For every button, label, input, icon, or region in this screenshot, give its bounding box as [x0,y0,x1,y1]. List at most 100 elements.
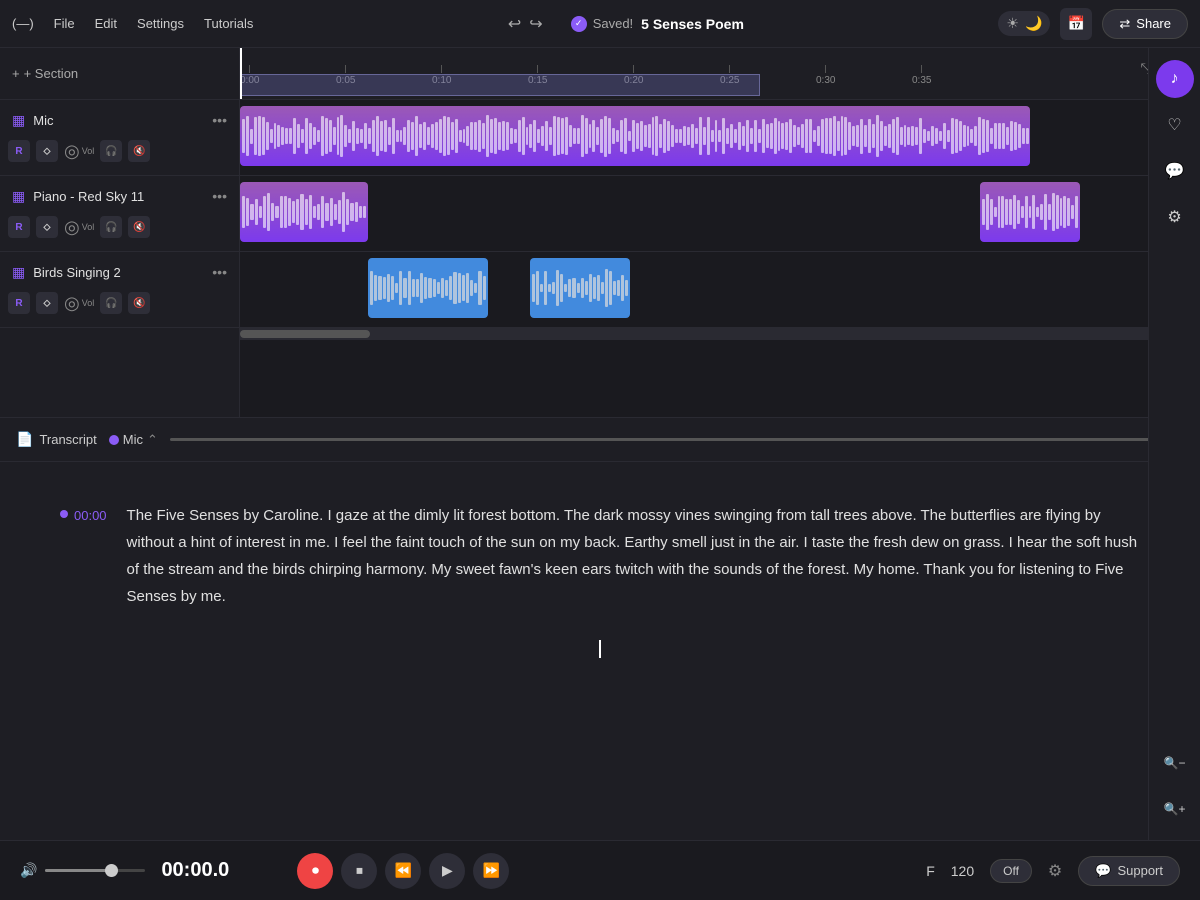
undo-button[interactable]: ↩ [508,14,521,34]
track-headphone-btn-piano[interactable]: 🎧 [100,216,122,238]
track-options-piano[interactable]: ••• [212,188,227,204]
bpm-label: 120 [951,863,974,879]
rewind-button[interactable]: ⏪ [385,853,421,889]
calendar-button[interactable]: 📅 [1060,8,1092,40]
track-mute-btn-piano[interactable]: 🔇 [128,216,150,238]
selection-region[interactable] [240,74,760,96]
transport-right: F 120 Off ⚙ 💬 Support [926,856,1180,886]
light-theme-icon: ☀ [1006,15,1019,32]
saved-indicator: ✓ Saved! [571,16,633,32]
track-r-btn-birds[interactable]: R [8,292,30,314]
add-section-button[interactable]: + + Section [12,66,78,81]
track-clip-row-piano: for(let i=0;i<30;i++){ document.write('<… [240,176,1200,252]
birds-clip-2[interactable]: for(let i=0;i<24;i++){ document.write('<… [530,258,630,318]
track-mute-btn-birds[interactable]: 🔇 [128,292,150,314]
add-section-label: + Section [24,66,79,81]
transport-settings-icon[interactable]: ⚙ [1048,861,1062,881]
tutorials-menu[interactable]: Tutorials [204,16,253,31]
volume-thumb[interactable] [105,864,118,877]
piano-clip-end[interactable]: for(let i=0;i<25;i++){ document.write('<… [980,182,1080,242]
track-vol-label-mic: Vol [82,146,95,156]
track-name-piano: Piano - Red Sky 11 [33,189,144,204]
theme-toggle[interactable]: ☀ 🌙 [998,11,1050,36]
back-button[interactable]: (—) [12,16,34,31]
birds-clip-1[interactable]: for(let i=0;i<28;i++){ document.write('<… [368,258,488,318]
track-header-spacer: + + Section [0,48,239,100]
track-row-piano: ▦ Piano - Red Sky 11 ••• R ⬦ ◎ Vol 🎧 🔇 [0,176,239,252]
scrollbar-thumb[interactable] [240,330,370,338]
record-button[interactable]: ⏺ [297,853,333,889]
document-icon: 📄 [16,431,33,448]
timeline-ruler[interactable]: 0:00 0:05 0:10 0:15 [240,48,1200,100]
track-row-mic: ▦ Mic ••• R ⬦ ◎ Vol 🎧 🔇 [0,100,239,176]
track-name-birds: Birds Singing 2 [33,265,120,280]
off-button[interactable]: Off [990,859,1032,883]
transcript-text: The Five Senses by Caroline. I gaze at t… [127,502,1140,610]
sidebar-user-button[interactable]: ♡ [1156,106,1194,144]
volume-icon: 🔊 [20,862,37,879]
play-button[interactable]: ▶ [429,853,465,889]
track-snap-btn-piano[interactable]: ⬦ [36,216,58,238]
chevron-down-icon[interactable]: ⌃ [147,432,158,448]
track-options-mic[interactable]: ••• [212,112,227,128]
mic-clip-main[interactable]: // Generate waveform bars inline for(let… [240,106,1030,166]
fast-forward-button[interactable]: ⏩ [473,853,509,889]
volume-fill [45,869,110,872]
timestamp-marker[interactable]: 00:00 [60,502,107,610]
track-vol-knob-birds[interactable]: ◎ [64,293,80,314]
track-headphone-btn-birds[interactable]: 🎧 [100,292,122,314]
time-display: 00:00.0 [161,859,281,882]
edit-menu[interactable]: Edit [95,16,117,31]
transcript-source[interactable]: Mic ⌃ [109,432,158,448]
track-vol-label-piano: Vol [82,222,95,232]
sidebar-mixer-button[interactable]: ⚙ [1156,198,1194,236]
volume-slider: 🔊 [20,862,145,879]
sidebar-chat-button[interactable]: 💬 [1156,152,1194,190]
piano-clip-start[interactable]: for(let i=0;i<30;i++){ document.write('<… [240,182,368,242]
track-labels: + + Section ▦ Mic ••• R ⬦ [0,48,240,417]
transcript-source-name: Mic [123,432,143,447]
drag-handle[interactable] [170,438,1161,441]
track-area: + + Section ▦ Mic ••• R ⬦ [0,48,1200,418]
zoom-out-button[interactable]: 🔍− [1156,744,1194,782]
sidebar-music-button[interactable]: ♪ [1156,60,1194,98]
share-button[interactable]: ⇄ Share [1102,9,1188,39]
transcript-title-text: Transcript [39,432,96,447]
menubar: (—) File Edit Settings Tutorials ↩ ↪ ✓ S… [0,0,1200,48]
support-button[interactable]: 💬 Support [1078,856,1180,886]
track-vol-knob-piano[interactable]: ◎ [64,217,80,238]
settings-menu[interactable]: Settings [137,16,184,31]
track-vol-knob-mic[interactable]: ◎ [64,141,80,162]
track-wave-icon-piano: ▦ [12,188,25,205]
track-r-btn-piano[interactable]: R [8,216,30,238]
transcript-panel: 📄 Transcript Mic ⌃ ⤢ 00:00 [0,418,1200,900]
transport-bar: 🔊 00:00.0 ⏺ ⏹ ⏪ ▶ ⏩ F 120 Off ⚙ 💬 Suppor… [0,840,1200,900]
track-r-btn-mic[interactable]: R [8,140,30,162]
stop-button[interactable]: ⏹ [341,853,377,889]
share-icon: ⇄ [1119,16,1130,32]
track-name-mic: Mic [33,113,53,128]
key-label: F [926,863,935,879]
track-wave-icon-birds: ▦ [12,264,25,281]
track-snap-btn-birds[interactable]: ⬦ [36,292,58,314]
track-vol-label-birds: Vol [82,298,95,308]
ruler-mark-6: 0:30 [816,75,835,86]
track-headphone-btn-mic[interactable]: 🎧 [100,140,122,162]
support-icon: 💬 [1095,863,1111,879]
playhead[interactable] [240,48,242,99]
track-snap-btn-mic[interactable]: ⬦ [36,140,58,162]
ruler-mark-7: 0:35 [912,75,931,86]
transcript-content: 00:00 The Five Senses by Caroline. I gaz… [0,462,1200,900]
track-mute-btn-mic[interactable]: 🔇 [128,140,150,162]
track-options-birds[interactable]: ••• [212,264,227,280]
zoom-in-button[interactable]: 🔍+ [1156,790,1194,828]
redo-button[interactable]: ↪ [529,14,542,34]
file-menu[interactable]: File [54,16,75,31]
timeline-scrollbar[interactable] [240,328,1200,340]
volume-track[interactable] [45,869,145,872]
support-label: Support [1117,863,1163,878]
project-title[interactable]: 5 Senses Poem [641,16,744,32]
timestamp-time: 00:00 [74,504,107,527]
transcript-entry-0: 00:00 The Five Senses by Caroline. I gaz… [60,502,1140,610]
track-rows: // Generate waveform bars inline for(let… [240,100,1200,328]
